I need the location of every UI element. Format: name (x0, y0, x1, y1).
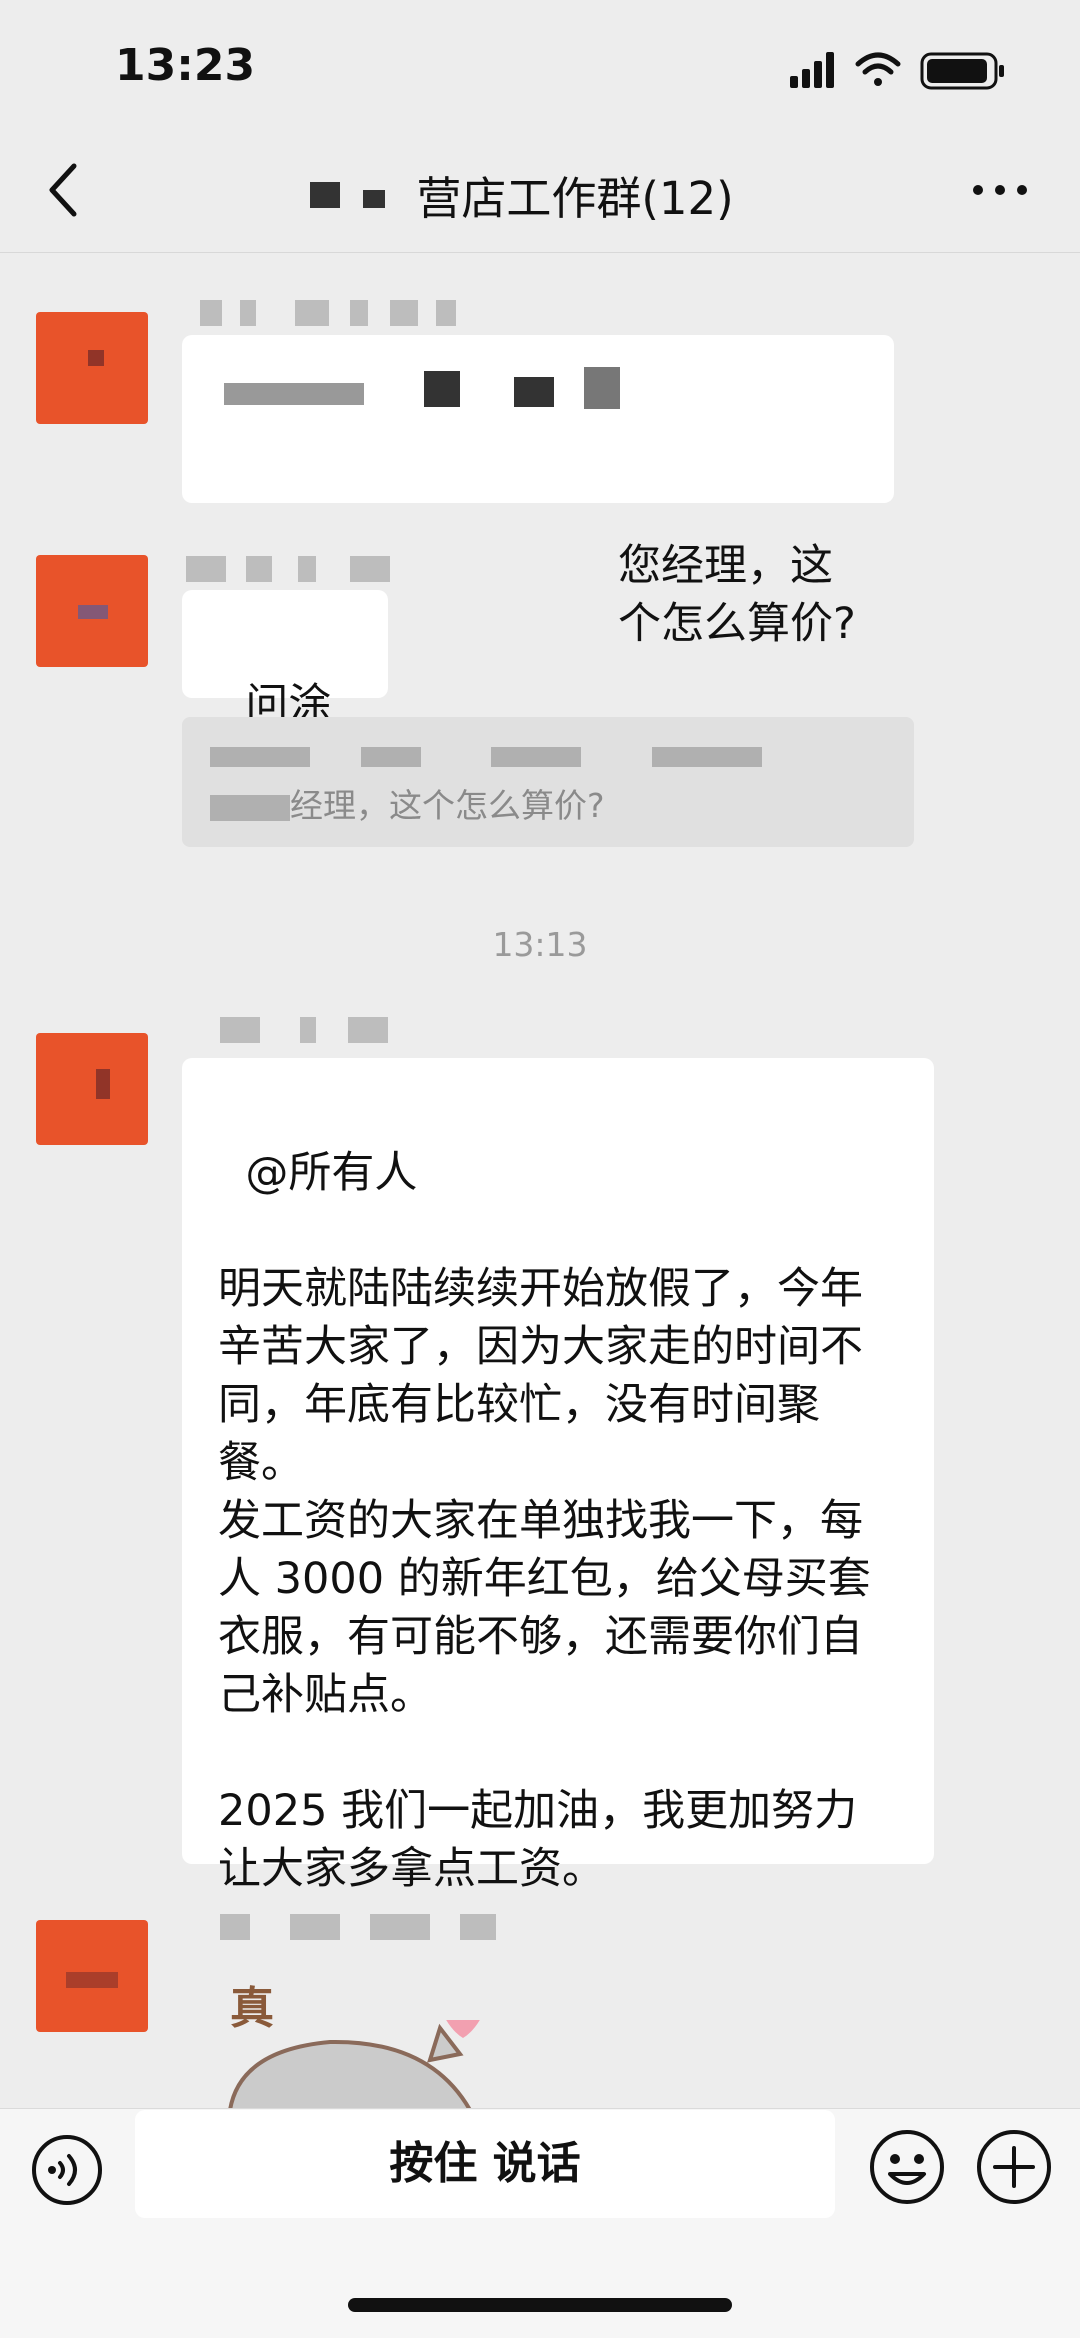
avatar[interactable] (36, 312, 148, 424)
sender-name-redacted (200, 1013, 420, 1047)
home-indicator (348, 2298, 732, 2312)
sender-name-redacted (200, 296, 520, 330)
battery-icon (920, 52, 1004, 90)
avatar[interactable] (36, 1920, 148, 2032)
chat-title: 营店工作群(12) (416, 172, 734, 225)
message-bubble: 您经理，这 个怎么算价? (182, 335, 894, 649)
sender-name-redacted (186, 552, 440, 586)
more-icon[interactable] (970, 180, 1030, 200)
avatar[interactable] (36, 555, 148, 667)
mention-redaction (224, 363, 662, 421)
signal-icon (790, 52, 834, 88)
timestamp: 13:13 (492, 925, 588, 964)
status-time: 13:23 (115, 40, 256, 91)
quote-redaction (210, 735, 886, 779)
plus-icon[interactable] (975, 2128, 1053, 2206)
quoted-message: 经理，这个怎么算价? (182, 717, 914, 847)
avatar[interactable] (36, 1033, 148, 1145)
message-bubble: @所有人 明天就陆陆续续开始放假了，今年辛苦大家了，因为大家走的时间不同，年底有… (182, 1058, 934, 1894)
sticker-cat-image[interactable] (220, 2020, 490, 2110)
voice-icon[interactable] (30, 2133, 104, 2207)
nav-divider (0, 252, 1080, 253)
hold-to-talk-button[interactable]: 按住 说话 (135, 2110, 835, 2218)
emoji-icon[interactable] (868, 2128, 946, 2206)
sender-name-redacted (200, 1910, 520, 1944)
message-text: @所有人 明天就陆陆续续开始放假了，今年辛苦大家了，因为大家走的时间不同，年底有… (218, 1148, 871, 1894)
quote-text: 经理，这个怎么算价? (290, 786, 605, 825)
status-icons (790, 52, 1004, 90)
message-bubble: 问涂涂 (182, 590, 388, 788)
wifi-icon (855, 52, 901, 86)
